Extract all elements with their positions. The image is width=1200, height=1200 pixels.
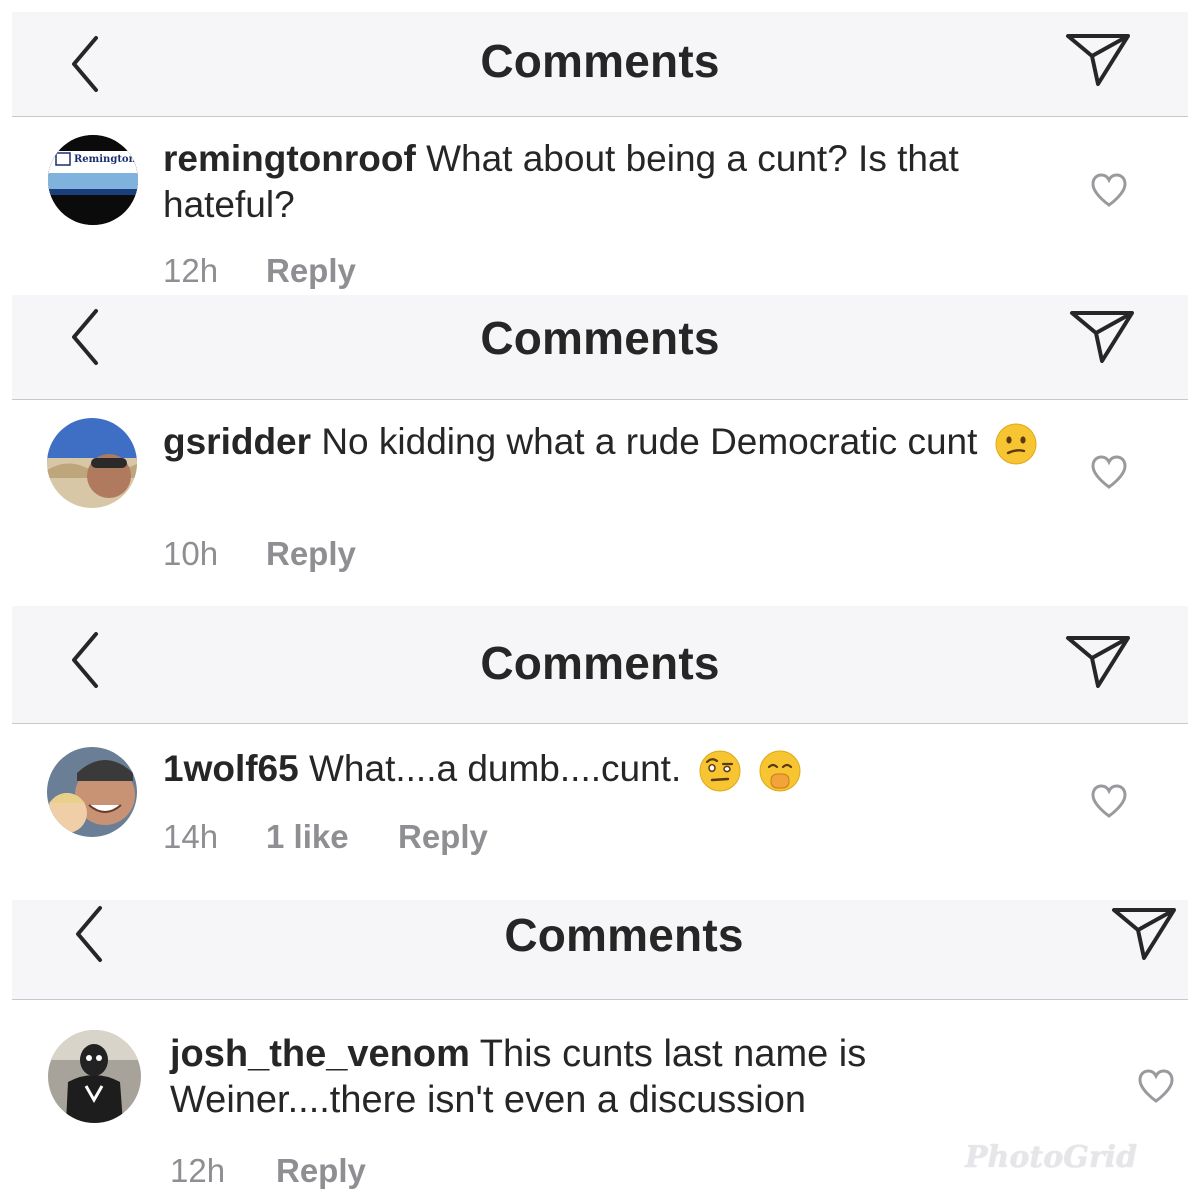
timestamp: 12h xyxy=(170,1152,226,1189)
paper-plane-icon[interactable] xyxy=(1066,303,1138,367)
header-bar: Comments xyxy=(12,606,1188,724)
paper-plane-icon[interactable] xyxy=(1108,900,1180,964)
avatar-image xyxy=(47,418,137,508)
username-link[interactable]: 1wolf65 xyxy=(163,748,299,789)
timestamp: 14h xyxy=(163,818,219,855)
avatar-logo-text: Remington xyxy=(74,154,137,165)
avatar-image: Remington xyxy=(48,135,138,225)
raised-eyebrow-face-emoji xyxy=(699,750,741,792)
confused-face-emoji xyxy=(995,423,1037,465)
comment-body: No kidding what a rude Democratic cunt xyxy=(321,421,978,462)
paper-plane-icon[interactable] xyxy=(1062,628,1134,692)
page-title: Comments xyxy=(504,909,744,961)
likes-count[interactable]: 1 like xyxy=(266,818,349,856)
header-bar: Comments xyxy=(12,295,1188,400)
heart-outline-icon[interactable] xyxy=(1089,781,1129,821)
reply-button[interactable]: Reply xyxy=(266,535,356,573)
hand-over-mouth-face-emoji xyxy=(759,750,801,792)
avatar[interactable] xyxy=(47,747,137,837)
avatar-image xyxy=(47,747,137,837)
comment-body: What....a dumb....cunt. xyxy=(309,748,682,789)
avatar[interactable] xyxy=(48,1030,141,1123)
username-link[interactable]: remingtonroof xyxy=(163,138,416,179)
photogrid-watermark: PhotoGrid xyxy=(965,1140,1138,1175)
header-bar: Comments xyxy=(12,900,1188,1000)
comment-text: 1wolf65 What....a dumb....cunt. xyxy=(163,746,1063,793)
heart-outline-icon[interactable] xyxy=(1089,170,1129,210)
comment-text: josh_the_venom This cunts last name is W… xyxy=(170,1031,1070,1123)
heart-outline-icon[interactable] xyxy=(1136,1066,1176,1106)
reply-button[interactable]: Reply xyxy=(398,818,488,856)
timestamp: 12h xyxy=(163,252,219,289)
page-title: Comments xyxy=(480,637,720,689)
username-link[interactable]: gsridder xyxy=(163,421,311,462)
timestamp: 10h xyxy=(163,535,219,572)
avatar-image xyxy=(48,1030,141,1123)
header-bar: Comments xyxy=(12,12,1188,117)
username-link[interactable]: josh_the_venom xyxy=(170,1033,470,1075)
reply-button[interactable]: Reply xyxy=(266,252,356,290)
page-title: Comments xyxy=(480,35,720,87)
paper-plane-icon[interactable] xyxy=(1062,26,1134,90)
page-title: Comments xyxy=(480,312,720,364)
heart-outline-icon[interactable] xyxy=(1089,452,1129,492)
reply-button[interactable]: Reply xyxy=(276,1152,366,1190)
comment-text: gsridder No kidding what a rude Democrat… xyxy=(163,419,1063,466)
avatar[interactable]: Remington xyxy=(48,135,138,225)
avatar[interactable] xyxy=(47,418,137,508)
comment-text: remingtonroof What about being a cunt? I… xyxy=(163,136,1063,228)
